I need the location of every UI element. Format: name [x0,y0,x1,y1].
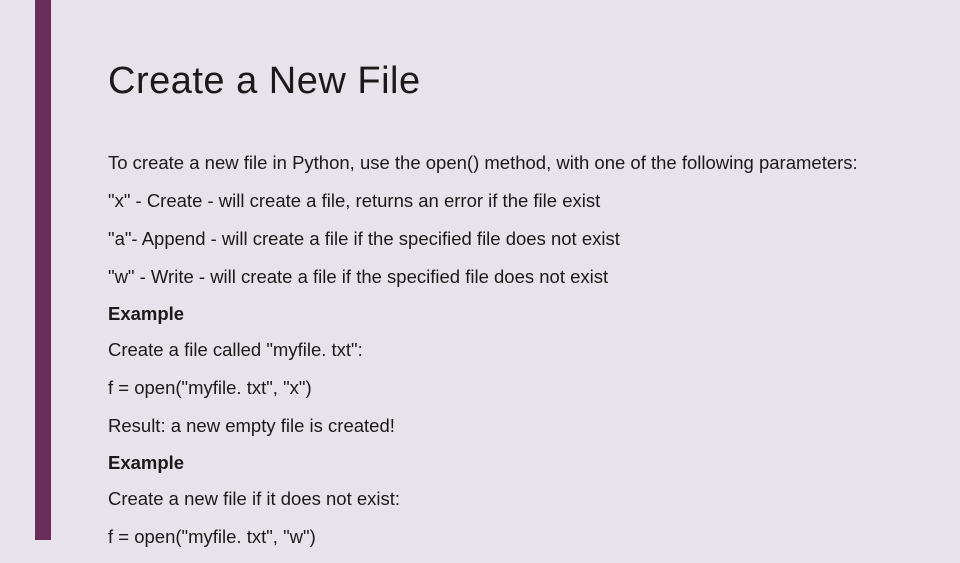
slide-content: Create a New File To create a new file i… [108,60,930,563]
example1-desc: Create a file called "myfile. txt": [108,338,930,363]
mode-w-text: "w" - Write - will create a file if the … [108,265,930,290]
slide-title: Create a New File [108,60,930,103]
example2-desc: Create a new file if it does not exist: [108,487,930,512]
mode-x-text: "x" - Create - will create a file, retur… [108,189,930,214]
example1-result: Result: a new empty file is created! [108,414,930,439]
intro-text: To create a new file in Python, use the … [108,151,930,176]
example2-label: Example [108,452,930,474]
example2-code: f = open("myfile. txt", "w") [108,525,930,550]
example1-code: f = open("myfile. txt", "x") [108,376,930,401]
example1-label: Example [108,303,930,325]
mode-a-text: "a"- Append - will create a file if the … [108,227,930,252]
accent-bar [35,0,51,540]
